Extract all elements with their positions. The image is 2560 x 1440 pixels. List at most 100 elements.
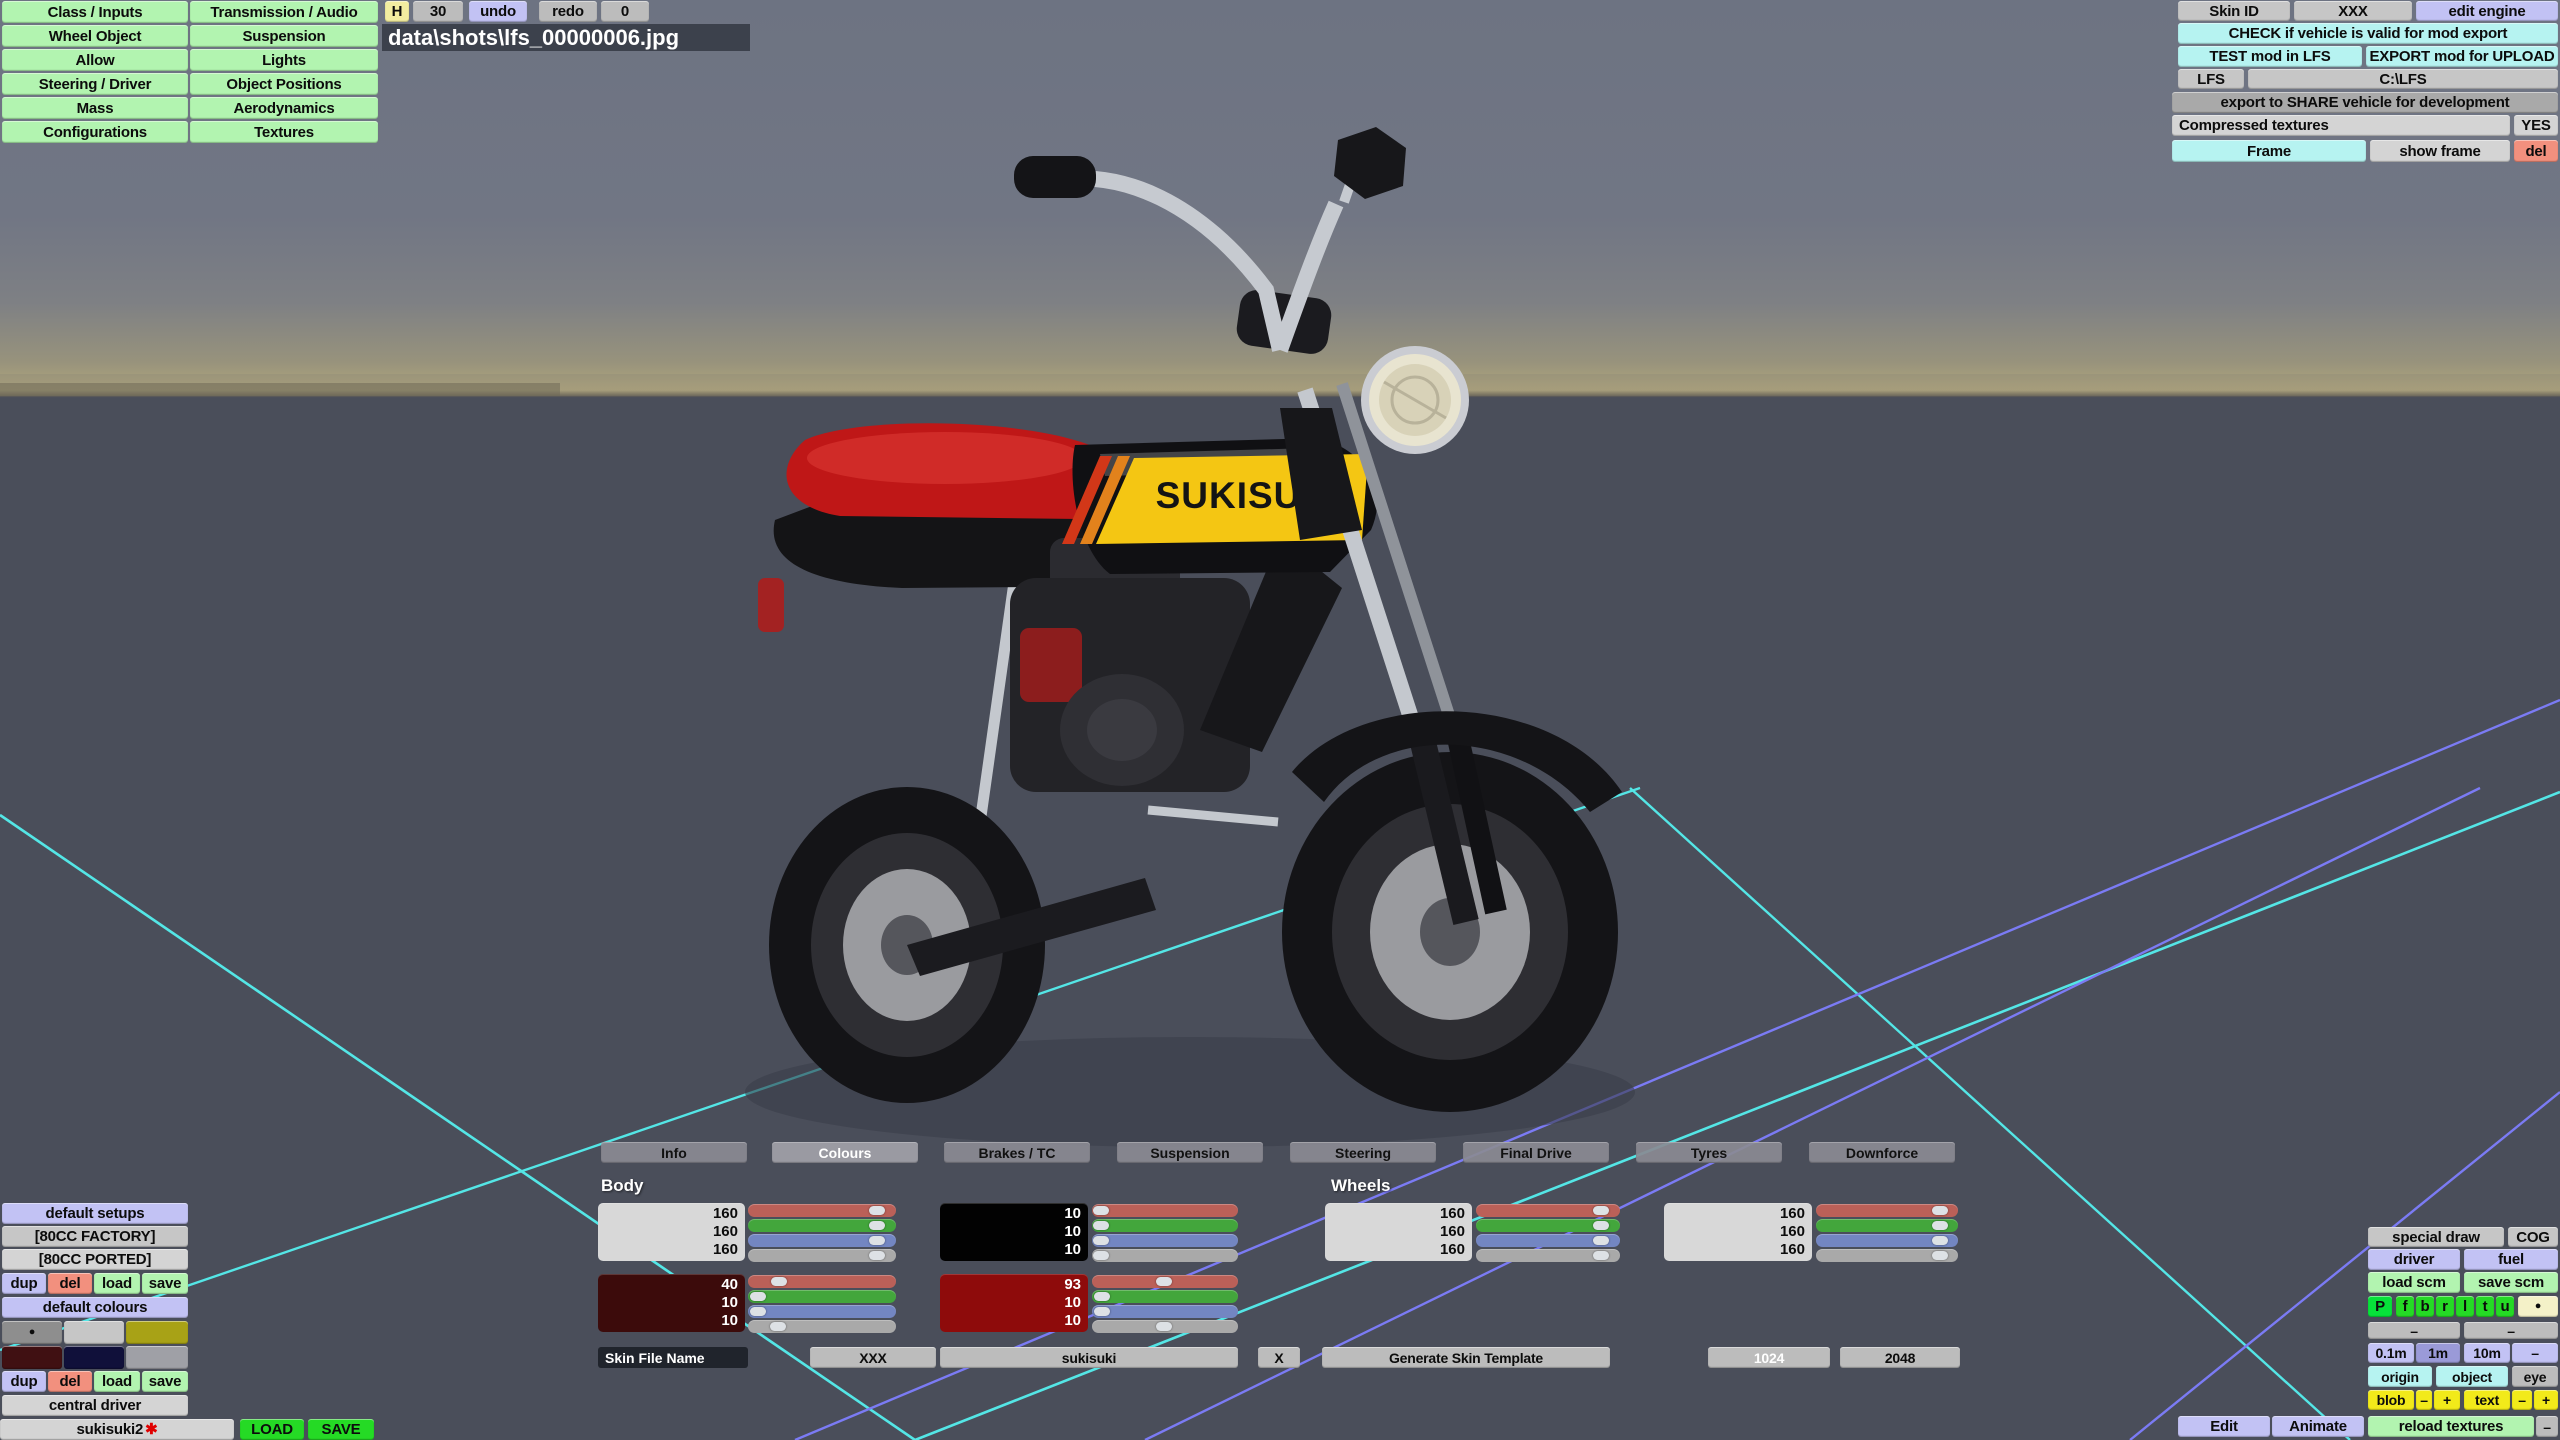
setup-load-button[interactable]: load (94, 1273, 140, 1294)
tab-tyres[interactable]: Tyres (1636, 1142, 1782, 1163)
green-slider[interactable] (1476, 1219, 1620, 1232)
menu-transmission-audio[interactable]: Transmission / Audio (190, 1, 378, 23)
redo-count[interactable]: 0 (601, 1, 649, 22)
colour-preset-6[interactable] (126, 1346, 188, 1369)
slider-knob[interactable] (1932, 1206, 1948, 1215)
text-plus-button[interactable]: + (2534, 1390, 2558, 1410)
default-setups-button[interactable]: default setups (2, 1203, 188, 1224)
brightness-slider[interactable] (1092, 1320, 1238, 1333)
view-dot-button[interactable]: ● (2518, 1296, 2558, 1317)
spacer-dash-right[interactable]: – (2464, 1322, 2558, 1339)
colour-preset-2[interactable] (64, 1321, 124, 1344)
tab-suspension[interactable]: Suspension (1117, 1142, 1263, 1163)
tab-downforce[interactable]: Downforce (1809, 1142, 1955, 1163)
slider-knob[interactable] (1156, 1322, 1172, 1331)
skin-res-1024-button[interactable]: 1024 (1708, 1347, 1830, 1368)
rotate-object-button[interactable]: object (2436, 1366, 2508, 1387)
green-slider[interactable] (1816, 1219, 1958, 1232)
grid-scale-1m-button[interactable]: 1m (2416, 1343, 2460, 1363)
blob-plus-button[interactable]: + (2434, 1390, 2460, 1410)
colours-save-button[interactable]: save (142, 1371, 188, 1392)
menu-wheel-object[interactable]: Wheel Object (2, 25, 188, 47)
undo-button[interactable]: undo (469, 1, 527, 22)
blob-button[interactable]: blob (2368, 1390, 2414, 1410)
slider-knob[interactable] (869, 1206, 885, 1215)
menu-lights[interactable]: Lights (190, 49, 378, 71)
special-draw-button[interactable]: special draw (2368, 1227, 2504, 1247)
menu-configurations[interactable]: Configurations (2, 121, 188, 143)
menu-mass[interactable]: Mass (2, 97, 188, 119)
tab-final-drive[interactable]: Final Drive (1463, 1142, 1609, 1163)
rotate-eye-button[interactable]: eye (2512, 1366, 2558, 1387)
driver-button[interactable]: driver (2368, 1249, 2460, 1270)
edit-mode-button[interactable]: Edit (2178, 1416, 2270, 1437)
slider-knob[interactable] (1593, 1221, 1609, 1230)
slider-knob[interactable] (750, 1307, 766, 1316)
view-perspective-button[interactable]: P (2368, 1296, 2392, 1317)
blue-slider[interactable] (748, 1234, 896, 1247)
redo-button[interactable]: redo (539, 1, 597, 22)
menu-suspension[interactable]: Suspension (190, 25, 378, 47)
slider-knob[interactable] (869, 1251, 885, 1260)
show-frame-button[interactable]: show frame (2370, 140, 2510, 162)
setup-del-button[interactable]: del (48, 1273, 92, 1294)
slider-knob[interactable] (1094, 1307, 1110, 1316)
slider-knob[interactable] (1093, 1251, 1109, 1260)
slider-knob[interactable] (1593, 1206, 1609, 1215)
tab-brakes-tc[interactable]: Brakes / TC (944, 1142, 1090, 1163)
slider-knob[interactable] (1932, 1236, 1948, 1245)
view-right-button[interactable]: r (2436, 1296, 2454, 1317)
test-mod-button[interactable]: TEST mod in LFS (2178, 46, 2362, 67)
fuel-button[interactable]: fuel (2464, 1249, 2558, 1270)
reload-textures-button[interactable]: reload textures (2368, 1416, 2534, 1437)
blue-slider[interactable] (1092, 1305, 1238, 1318)
view-left-button[interactable]: l (2456, 1296, 2474, 1317)
load-vehicle-button[interactable]: LOAD (240, 1419, 304, 1440)
slider-knob[interactable] (869, 1221, 885, 1230)
skin-id-value[interactable]: XXX (2294, 1, 2412, 21)
colour-preset-3[interactable] (126, 1321, 188, 1344)
vehicle-name-button[interactable]: sukisuki2✱ (0, 1419, 234, 1440)
menu-aerodynamics[interactable]: Aerodynamics (190, 97, 378, 119)
slider-knob[interactable] (770, 1322, 786, 1331)
history-count[interactable]: 30 (413, 1, 463, 22)
export-share-button[interactable]: export to SHARE vehicle for development (2172, 92, 2558, 113)
tab-steering[interactable]: Steering (1290, 1142, 1436, 1163)
blob-minus-button[interactable]: – (2416, 1390, 2432, 1410)
green-slider[interactable] (748, 1219, 896, 1232)
view-front-button[interactable]: f (2396, 1296, 2414, 1317)
colour-preset-4[interactable] (2, 1346, 62, 1369)
view-back-button[interactable]: b (2416, 1296, 2434, 1317)
compressed-textures-value[interactable]: YES (2514, 115, 2558, 136)
check-valid-button[interactable]: CHECK if vehicle is valid for mod export (2178, 23, 2558, 44)
red-slider[interactable] (748, 1204, 896, 1217)
slider-knob[interactable] (1093, 1221, 1109, 1230)
body-colour-swatch[interactable]: 93 10 10 (940, 1274, 1088, 1332)
wheel-colour-swatch[interactable]: 160 160 160 (1325, 1203, 1472, 1261)
load-scm-button[interactable]: load scm (2368, 1272, 2460, 1293)
central-driver-button[interactable]: central driver (2, 1395, 188, 1416)
brightness-slider[interactable] (748, 1249, 896, 1262)
setup-save-button[interactable]: save (142, 1273, 188, 1294)
compressed-textures-label[interactable]: Compressed textures (2172, 115, 2510, 136)
colour-preset-5[interactable] (64, 1346, 124, 1369)
slider-knob[interactable] (750, 1292, 766, 1301)
edit-engine-button[interactable]: edit engine (2416, 1, 2558, 21)
setup-dup-button[interactable]: dup (2, 1273, 46, 1294)
default-colours-button[interactable]: default colours (2, 1297, 188, 1318)
red-slider[interactable] (1816, 1204, 1958, 1217)
lfs-button[interactable]: LFS (2178, 69, 2244, 89)
frame-button[interactable]: Frame (2172, 140, 2366, 162)
brightness-slider[interactable] (748, 1320, 896, 1333)
generate-skin-template-button[interactable]: Generate Skin Template (1322, 1347, 1610, 1368)
animate-mode-button[interactable]: Animate (2272, 1416, 2364, 1437)
reload-dash-button[interactable]: – (2536, 1416, 2558, 1437)
export-upload-button[interactable]: EXPORT mod for UPLOAD (2366, 46, 2558, 67)
body-colour-swatch[interactable]: 10 10 10 (940, 1203, 1088, 1261)
slider-knob[interactable] (1932, 1221, 1948, 1230)
slider-knob[interactable] (1093, 1206, 1109, 1215)
slider-knob[interactable] (1932, 1251, 1948, 1260)
body-colour-swatch[interactable]: 40 10 10 (598, 1274, 745, 1332)
brightness-slider[interactable] (1476, 1249, 1620, 1262)
red-slider[interactable] (1092, 1275, 1238, 1288)
